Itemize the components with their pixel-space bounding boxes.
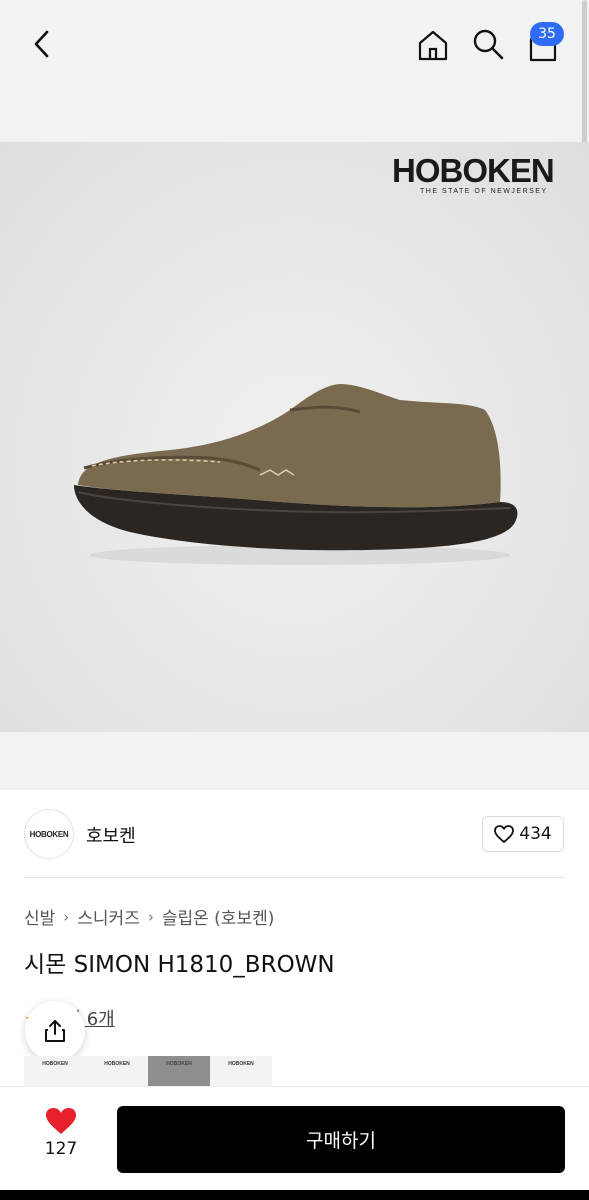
share-button[interactable]	[25, 1001, 85, 1061]
brand-row: HOBOKEN 호보켄 434	[0, 790, 589, 878]
chevron-right-icon: ›	[147, 907, 154, 926]
image-thumbnails: HOBOKEN HOBOKEN HOBOKEN HOBOKEN	[24, 1056, 272, 1086]
brand-avatar[interactable]: HOBOKEN	[24, 809, 74, 859]
shoe-illustration	[74, 384, 518, 565]
heart-outline-icon	[494, 825, 515, 843]
share-icon	[45, 1020, 65, 1042]
search-icon[interactable]	[468, 24, 508, 64]
thumbnail-selected[interactable]: HOBOKEN	[148, 1056, 210, 1086]
product-title: 시몬 SIMON H1810_BROWN	[24, 952, 335, 978]
thumbnail[interactable]: HOBOKEN	[86, 1056, 148, 1086]
top-app-bar	[0, 0, 589, 142]
back-icon[interactable]	[24, 26, 60, 62]
wishlist-count: 127	[44, 1139, 78, 1159]
scrollbar-thumb[interactable]	[582, 0, 587, 148]
brand-like-count: 434	[519, 824, 552, 844]
breadcrumb: 신발 › 스니커즈 › 슬립온 (호보켄)	[24, 904, 275, 930]
heart-filled-icon	[46, 1108, 76, 1134]
thumbnail[interactable]: HOBOKEN	[210, 1056, 272, 1086]
brand-name[interactable]: 호보켄	[86, 822, 136, 848]
brand-avatar-text: HOBOKEN	[29, 829, 69, 839]
chevron-right-icon: ›	[63, 907, 70, 926]
thumbnail-label: HOBOKEN	[42, 1061, 68, 1067]
breadcrumb-item-sneakers[interactable]: 스니커즈	[77, 904, 140, 929]
thumbnail-label: HOBOKEN	[228, 1061, 254, 1067]
thumbnail-label: HOBOKEN	[166, 1061, 192, 1067]
thumbnail-label: HOBOKEN	[104, 1061, 130, 1067]
wishlist-button[interactable]: 127	[24, 1107, 98, 1159]
divider	[24, 877, 565, 878]
bottom-action-bar: 127 구매하기	[0, 1086, 589, 1190]
system-bottom-bar	[0, 1190, 589, 1200]
brand-logo-watermark: HOBOKEN THE STATE OF NEWJERSEY	[392, 152, 555, 196]
thumbnail[interactable]: HOBOKEN	[24, 1056, 86, 1086]
breadcrumb-item-shoes[interactable]: 신발	[24, 904, 55, 929]
cart-count-badge: 35	[530, 22, 564, 46]
breadcrumb-item-slipon[interactable]: 슬립온 (호보켄)	[162, 904, 275, 929]
buy-button[interactable]: 구매하기	[117, 1106, 565, 1173]
product-image-footer	[0, 732, 589, 790]
brand-like-button[interactable]: 434	[482, 816, 564, 852]
home-icon[interactable]	[412, 24, 454, 66]
